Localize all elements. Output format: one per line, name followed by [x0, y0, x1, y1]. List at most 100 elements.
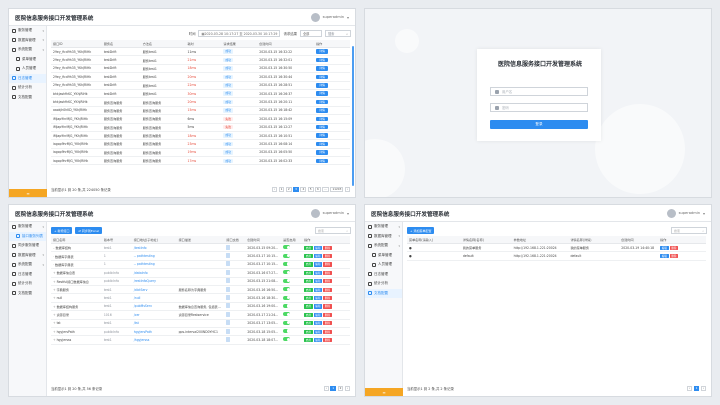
detail-button[interactable]: 详情 — [316, 108, 329, 113]
document-icon[interactable] — [226, 336, 231, 342]
page-button[interactable]: ... — [322, 186, 329, 192]
sidebar-item[interactable]: 日志管理 — [9, 73, 46, 83]
edit-button[interactable]: 编辑 — [313, 245, 323, 250]
delete-button[interactable]: 删除 — [323, 295, 332, 301]
date-range-picker[interactable]: ▦ 2020-03-28 10:17:27 至 2020-03-30 10:17… — [198, 30, 281, 37]
cell-path[interactable]: /pubMsServ — [131, 302, 177, 312]
detail-button[interactable]: 详情 — [316, 83, 329, 88]
cell-path[interactable]: /hgyjersss — [131, 335, 177, 345]
detail-button[interactable]: 详情 — [316, 116, 329, 122]
document-icon[interactable] — [226, 311, 231, 317]
sidebar-item[interactable]: 文档配置 — [9, 289, 46, 299]
delete-button[interactable]: 删除 — [323, 337, 332, 343]
page-button[interactable]: 1 — [278, 186, 285, 192]
cell-path[interactable]: hgyjersPath — [131, 327, 177, 337]
tree-toggle-icon[interactable]: + — [53, 288, 56, 292]
delete-button[interactable]: 删除 — [323, 270, 332, 275]
sidebar-item[interactable]: 接口服务列表 — [9, 231, 46, 241]
page-button[interactable]: ‹ — [271, 186, 278, 192]
enable-toggle[interactable] — [283, 261, 291, 266]
delete-button[interactable]: 删除 — [323, 312, 332, 317]
login-button[interactable]: 登录 — [490, 120, 588, 129]
cell-path[interactable]: -- pathtesting — [131, 251, 177, 261]
enable-button[interactable]: 启用 — [304, 262, 313, 267]
sidebar-item[interactable]: 服务管理 ▾ — [9, 26, 46, 36]
sidebar-item[interactable]: 文档配置 — [9, 93, 46, 103]
tree-toggle-icon[interactable]: + — [53, 296, 56, 300]
enable-button[interactable]: 启用 — [304, 287, 313, 292]
tree-toggle-icon[interactable]: · — [53, 255, 54, 259]
tree-toggle-icon[interactable]: + — [53, 271, 56, 275]
page-button[interactable]: 6 — [315, 186, 321, 192]
page-button[interactable]: › — [700, 385, 706, 391]
edit-button[interactable]: 编辑 — [313, 287, 323, 292]
document-icon[interactable] — [226, 303, 231, 309]
enable-toggle[interactable] — [283, 329, 291, 334]
document-icon[interactable] — [226, 286, 231, 292]
search-input[interactable]: 搜索 ⌕ — [325, 30, 351, 37]
enable-button[interactable]: 启用 — [304, 270, 313, 275]
edit-button[interactable]: 编辑 — [313, 295, 323, 301]
page-button[interactable]: 3 — [293, 186, 299, 192]
enable-button[interactable]: 启用 — [304, 295, 313, 301]
sidebar-item[interactable]: 同步服务管理 — [9, 241, 46, 251]
enable-button[interactable]: 启用 — [304, 253, 313, 259]
add-api-button[interactable]: + 新增接口 — [51, 227, 73, 234]
tree-toggle-icon[interactable]: + — [53, 321, 56, 325]
document-icon[interactable] — [226, 269, 231, 275]
detail-button[interactable]: 详情 — [316, 49, 329, 54]
page-button[interactable]: 2 — [285, 186, 292, 192]
detail-button[interactable]: 详情 — [316, 141, 329, 147]
tree-toggle-icon[interactable]: + — [53, 313, 56, 317]
enable-toggle[interactable] — [283, 270, 291, 275]
sidebar-item[interactable]: 系统配置 ▾ — [365, 241, 402, 251]
enable-toggle[interactable] — [283, 295, 291, 300]
enable-button[interactable]: 启用 — [304, 337, 313, 343]
page-button[interactable]: › — [344, 385, 350, 391]
sidebar-item[interactable]: 系统配置 ▾ — [9, 45, 46, 55]
page-button[interactable]: ‹ — [323, 385, 329, 391]
enable-toggle[interactable] — [283, 303, 291, 308]
detail-button[interactable]: 详情 — [316, 133, 329, 138]
detail-button[interactable]: 详情 — [316, 99, 329, 105]
tree-toggle-icon[interactable]: + — [53, 330, 56, 334]
sidebar-item[interactable]: 服务管理 ▾ — [9, 222, 46, 232]
delete-button[interactable]: 删除 — [669, 245, 679, 250]
cell-path[interactable]: -- pathtesting — [131, 260, 177, 270]
tree-toggle-icon[interactable]: + — [53, 338, 56, 342]
enable-toggle[interactable] — [283, 337, 291, 342]
sidebar-item[interactable]: 服务管理 ▾ — [365, 222, 402, 232]
sidebar-item[interactable]: 数据库管理 ▾ — [9, 251, 46, 261]
page-button[interactable]: 5 — [307, 186, 314, 192]
edit-button[interactable]: 编辑 — [313, 329, 323, 334]
detail-button[interactable]: 详情 — [316, 91, 329, 96]
edit-button[interactable]: 编辑 — [313, 262, 323, 267]
username-field[interactable]: 用户名 — [490, 87, 588, 96]
page-button[interactable]: ‹ — [686, 385, 693, 391]
edit-button[interactable]: 编辑 — [313, 312, 323, 317]
sidebar-item[interactable]: 数据库管理 ▾ — [9, 36, 46, 46]
edit-button[interactable]: 编辑 — [313, 321, 323, 326]
user-menu[interactable]: superadmin ▾ — [310, 208, 349, 218]
cell-path[interactable]: /dataInfo — [131, 268, 177, 278]
page-button[interactable]: 2 — [337, 385, 344, 391]
delete-button[interactable]: 删除 — [323, 329, 332, 334]
enable-toggle[interactable] — [283, 320, 291, 325]
delete-button[interactable]: 删除 — [669, 253, 679, 259]
page-button[interactable]: 1 — [330, 385, 337, 391]
cell-path[interactable]: /dictServ — [131, 285, 177, 295]
delete-button[interactable]: 删除 — [323, 279, 332, 284]
edit-button[interactable]: 编辑 — [313, 270, 323, 275]
sidebar-item[interactable]: 系统配置 ▾ — [9, 260, 46, 270]
enable-toggle[interactable] — [283, 312, 291, 317]
document-icon[interactable] — [226, 328, 231, 334]
edit-button[interactable]: 编辑 — [660, 253, 669, 259]
tree-toggle-icon[interactable]: + — [53, 305, 56, 309]
cell-path[interactable]: /cer — [131, 310, 177, 320]
detail-button[interactable]: 详情 — [316, 124, 329, 130]
cell-path[interactable]: /tst — [131, 319, 177, 328]
document-icon[interactable] — [226, 295, 231, 301]
sidebar-item[interactable]: 统计分析 — [9, 83, 46, 93]
sidebar-item[interactable]: 文档配置 — [365, 288, 402, 298]
enable-button[interactable]: 启用 — [304, 321, 313, 326]
